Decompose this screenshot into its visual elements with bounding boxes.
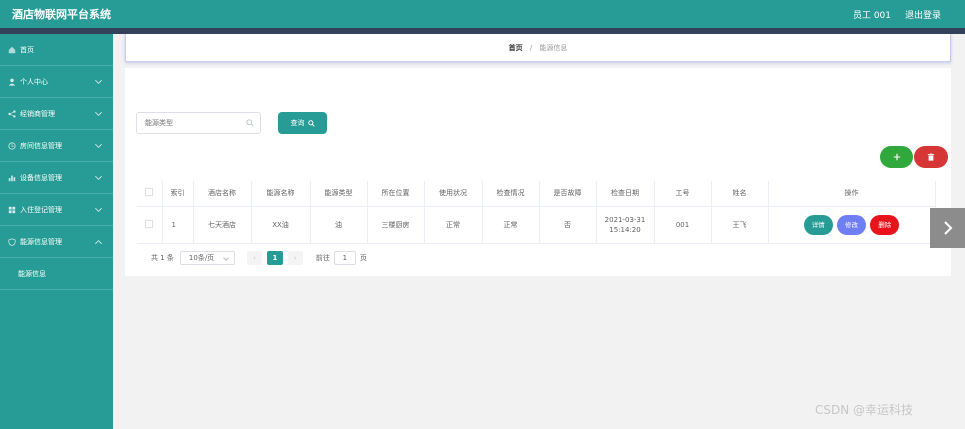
column-header: 操作: [768, 181, 936, 207]
chevron-down-icon: [94, 108, 103, 117]
sidebar-item-energy[interactable]: 能源信息管理: [0, 226, 113, 258]
chevron-up-icon: [94, 239, 103, 248]
column-header: 酒店名称: [193, 181, 252, 207]
add-button[interactable]: [880, 146, 913, 168]
cell-hotel: 七天酒店: [193, 206, 252, 244]
chevron-down-icon: [94, 204, 103, 213]
trash-icon: [927, 153, 935, 161]
sidebar-item-device[interactable]: 设备信息管理: [0, 162, 113, 194]
cell-index: 1: [162, 206, 194, 244]
search-input[interactable]: [145, 113, 245, 133]
column-header: 是否故障: [539, 181, 597, 207]
search-icon: [307, 119, 315, 127]
search-button[interactable]: 查询: [278, 112, 327, 134]
main-area: 首页 / 能源信息 查询 索引 酒店名称 能源名称: [113, 34, 965, 429]
cell-energy-name: XX油: [251, 206, 311, 244]
column-header: 检查日期: [596, 181, 655, 207]
batch-delete-button[interactable]: [914, 146, 948, 168]
watermark: CSDN @幸运科技: [815, 403, 914, 417]
sidebar-item-label: 能源信息管理: [20, 237, 62, 246]
breadcrumb-separator: /: [529, 44, 533, 52]
select-all-cell: [137, 181, 163, 207]
select-all-checkbox[interactable]: [145, 188, 154, 197]
cell-fault: 否: [539, 206, 597, 244]
column-header: 索引: [162, 181, 194, 207]
column-header: 使用状况: [424, 181, 483, 207]
chevron-down-icon: [94, 140, 103, 149]
breadcrumb-bar: 首页 / 能源信息: [125, 34, 951, 62]
sidebar-item-label: 经销商管理: [20, 109, 55, 118]
user-icon: [8, 78, 16, 86]
column-header: 工号: [654, 181, 712, 207]
row-select-cell: [137, 206, 163, 244]
edit-button[interactable]: 修改: [837, 214, 866, 235]
home-icon: [8, 46, 16, 53]
column-header: 能源类型: [310, 181, 368, 207]
chevron-down-icon: [94, 76, 103, 85]
cell-location: 三楼厨房: [367, 206, 425, 244]
app-title: 酒店物联网平台系统: [12, 8, 111, 21]
breadcrumb-home[interactable]: 首页: [509, 44, 523, 52]
breadcrumb: 首页 / 能源信息: [126, 43, 950, 53]
cell-actions: 详情 修改 删除: [768, 206, 936, 244]
cell-date-time: 15:14:20: [609, 225, 641, 234]
goto-page-input[interactable]: 1: [333, 251, 356, 265]
cell-energy-type: 油: [310, 206, 368, 244]
cell-name: 王飞: [711, 206, 769, 244]
table-header-row: 索引 酒店名称 能源名称 能源类型 所在位置 使用状况 检查情况 是否故障 检查…: [137, 181, 936, 207]
current-user: 员工 001: [852, 11, 891, 21]
share-icon: [8, 109, 16, 118]
sidebar-item-label: 房间信息管理: [20, 141, 62, 150]
content-card: 查询 索引 酒店名称 能源名称 能源类型 所在位置 使用状况 检查情况 是否故障: [125, 68, 951, 276]
cell-emp-no: 001: [654, 206, 712, 244]
search-button-label: 查询: [290, 119, 305, 127]
column-header: 姓名: [711, 181, 769, 207]
column-header: 所在位置: [367, 181, 425, 207]
grid-icon: [8, 206, 16, 213]
chevron-down-icon: [94, 172, 103, 181]
energy-table: 索引 酒店名称 能源名称 能源类型 所在位置 使用状况 检查情况 是否故障 检查…: [137, 181, 936, 244]
sidebar-item-label: 个人中心: [20, 77, 48, 86]
cell-date: 2021-03-31 15:14:20: [596, 206, 655, 244]
sidebar-item-label: 设备信息管理: [20, 173, 62, 182]
sidebar-item-checkin[interactable]: 入住登记管理: [0, 194, 113, 226]
prev-page-button[interactable]: ‹: [246, 251, 262, 265]
search-icon: [246, 119, 254, 127]
logout-link[interactable]: 退出登录: [905, 8, 941, 21]
sidebar-subitem-energy-info[interactable]: 能源信息: [0, 258, 113, 290]
plus-icon: [893, 153, 900, 161]
column-header: 检查情况: [482, 181, 540, 207]
table-row: 1 七天酒店 XX油 油 三楼厨房 正常 正常 否 2021-03-31 15:…: [137, 206, 936, 244]
chevron-right-icon: [943, 221, 952, 235]
detail-button[interactable]: 详情: [803, 214, 833, 235]
sidebar: 首页 个人中心 经销商管理 房间信息管理 设备信息管理 入住登记管理 能源信息管…: [0, 34, 113, 429]
sidebar-item-label: 能源信息: [18, 269, 46, 278]
row-checkbox[interactable]: [145, 219, 154, 228]
goto-label: 前往: [315, 254, 330, 262]
cell-inspection: 正常: [482, 206, 540, 244]
carousel-next-button[interactable]: [930, 208, 965, 248]
page-number-current[interactable]: 1: [266, 251, 283, 265]
page-size-select[interactable]: 10条/页: [179, 251, 235, 265]
cell-date-day: 2021-03-31: [604, 215, 646, 224]
clock-icon: [8, 141, 16, 150]
breadcrumb-current: 能源信息: [539, 44, 568, 52]
column-header: 能源名称: [251, 181, 311, 207]
sidebar-item-home[interactable]: 首页: [0, 34, 113, 66]
sidebar-item-label: 入住登记管理: [20, 205, 62, 214]
cell-usage: 正常: [424, 206, 483, 244]
next-page-button[interactable]: ›: [287, 251, 303, 265]
pagination-total: 共 1 条: [151, 254, 174, 262]
top-bar: 酒店物联网平台系统 员工 001 退出登录: [0, 0, 965, 28]
sidebar-item-dealer[interactable]: 经销商管理: [0, 98, 113, 130]
search-field[interactable]: [136, 112, 261, 134]
shield-icon: [8, 237, 16, 246]
pagination: 共 1 条 10条/页 ‹ 1 › 前往 1 页: [151, 251, 367, 265]
sidebar-item-personal-center[interactable]: 个人中心: [0, 66, 113, 98]
sidebar-item-label: 首页: [20, 45, 34, 54]
sidebar-item-room[interactable]: 房间信息管理: [0, 130, 113, 162]
chart-icon: [8, 175, 16, 181]
goto-unit: 页: [359, 254, 367, 262]
delete-button[interactable]: 删除: [870, 214, 900, 235]
